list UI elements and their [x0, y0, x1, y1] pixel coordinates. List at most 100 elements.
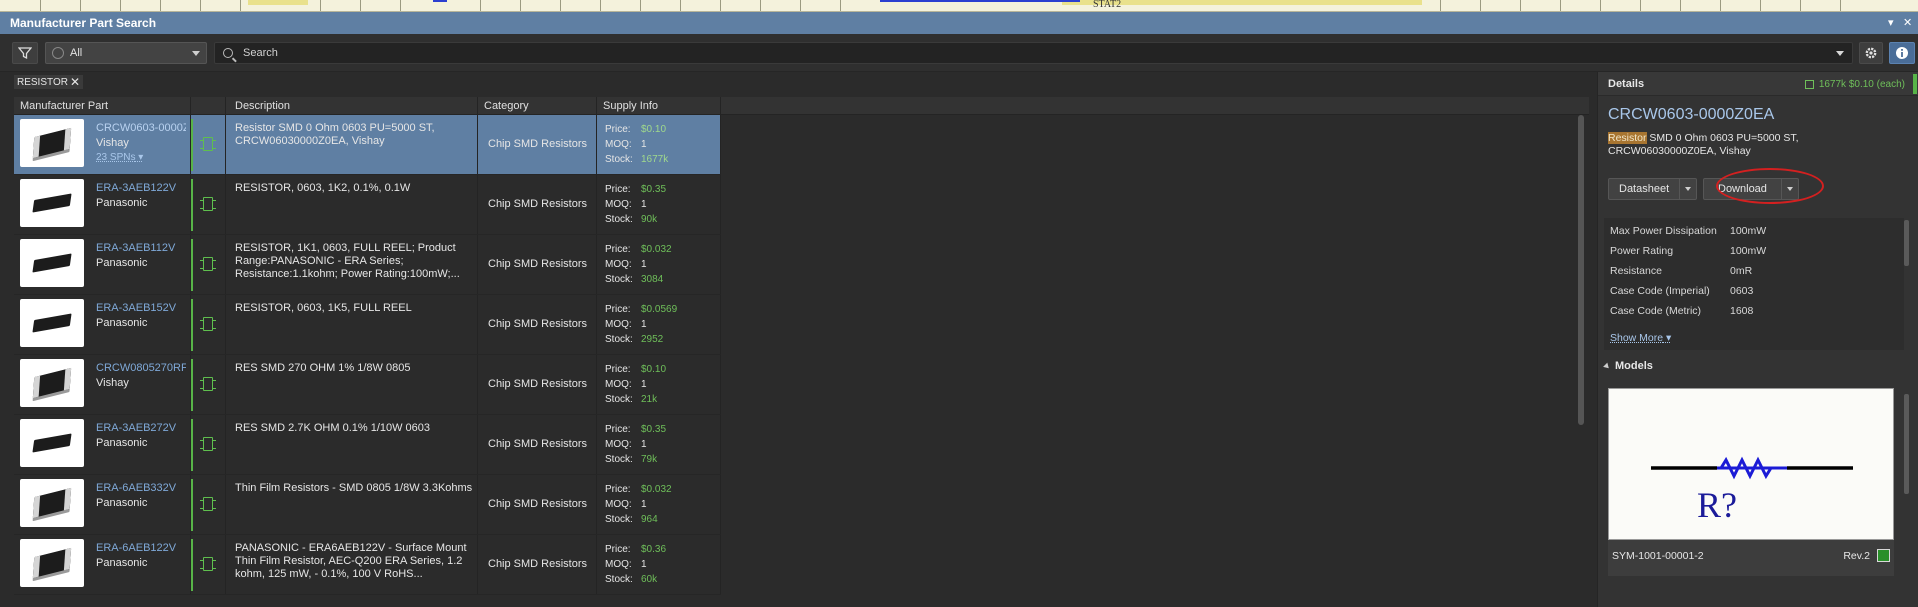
part-number-link[interactable]: ERA-3AEB152V	[96, 302, 186, 314]
remove-filter-icon[interactable]: ✕	[70, 75, 80, 89]
supply-value-stock: 90k	[641, 214, 658, 225]
part-image	[20, 119, 84, 167]
supply-info: Price: $0.10 MOQ: 1 Stock: 21k	[605, 362, 666, 407]
part-category: Chip SMD Resistors	[488, 258, 588, 270]
part-category: Chip SMD Resistors	[488, 438, 588, 450]
part-number-link[interactable]: ERA-6AEB332V	[96, 482, 186, 494]
supply-value-price: $0.0569	[641, 304, 678, 315]
symbol-preview: R?	[1608, 388, 1894, 540]
models-title: Models	[1615, 360, 1653, 372]
column-header-category[interactable]: Category	[484, 100, 529, 112]
param-value: 100mW	[1730, 225, 1767, 237]
details-summary-stock: 1677k	[1818, 79, 1847, 90]
details-part-number: CRCW0603-0000Z0EA	[1608, 106, 1775, 123]
column-header-supply[interactable]: Supply Info	[603, 100, 658, 112]
part-description: RESISTOR, 1K1, 0603, FULL REEL; Product …	[235, 242, 460, 280]
models-scrollbar[interactable]	[1904, 394, 1909, 494]
filter-button[interactable]	[12, 42, 38, 64]
search-toolbar: All	[0, 34, 1918, 72]
table-row[interactable]: CRCW0603-0000Z Vishay 23 SPNs ▾ Resistor SM…	[14, 115, 721, 175]
search-scope-select[interactable]: All	[45, 42, 207, 64]
supply-value-moq: 1	[641, 379, 647, 390]
details-toggle-button[interactable]	[1889, 42, 1915, 64]
results-scrollbar[interactable]	[1578, 115, 1584, 425]
search-history-dropdown-icon[interactable]	[1836, 51, 1844, 56]
supply-label-moq: MOQ:	[605, 379, 632, 390]
table-header: Manufacturer Part Description Category S…	[14, 97, 1589, 115]
models-section-header[interactable]: Models	[1603, 360, 1653, 372]
table-row[interactable]: ERA-6AEB122V Panasonic PANASONIC - ERA6AEB…	[14, 535, 721, 595]
collapse-triangle-icon[interactable]	[1603, 362, 1611, 370]
column-header-part[interactable]: Manufacturer Part	[20, 100, 108, 112]
supply-label-stock: Stock:	[605, 214, 633, 225]
manufacturer-name: Panasonic	[96, 317, 148, 329]
supply-value-stock: 1677k	[641, 154, 669, 165]
component-model-icon	[200, 317, 216, 331]
part-number-link[interactable]: ERA-3AEB112V	[96, 242, 186, 254]
supply-value-price: $0.35	[641, 424, 667, 435]
symbol-name: SYM-1001-00001-2	[1612, 550, 1704, 562]
search-box[interactable]	[214, 42, 1853, 64]
supply-label-price: Price:	[605, 304, 631, 315]
column-header-description[interactable]: Description	[235, 100, 290, 112]
table-row[interactable]: ERA-3AEB272V Panasonic RES SMD 2.7K OHM 0.…	[14, 415, 721, 475]
table-row[interactable]: ERA-3AEB112V Panasonic RESISTOR, 1K1, 0603…	[14, 235, 721, 295]
component-model-icon	[200, 257, 216, 271]
supply-value-price: $0.10	[641, 364, 667, 375]
search-match-highlight: Resistor	[1608, 132, 1647, 144]
supply-value-price: $0.35	[641, 184, 667, 195]
search-input[interactable]	[243, 47, 1743, 59]
supply-label-price: Price:	[605, 124, 631, 135]
table-row[interactable]: CRCW0805270RFI Vishay RES SMD 270 OHM 1% 1…	[14, 355, 721, 415]
supply-label-moq: MOQ:	[605, 199, 632, 210]
param-value: 0mR	[1730, 265, 1753, 277]
part-number-link[interactable]: CRCW0805270RFI	[96, 362, 186, 374]
supply-info: Price: $0.35 MOQ: 1 Stock: 90k	[605, 182, 666, 227]
details-header: Details 1677k $0.10 (each)	[1598, 72, 1918, 96]
show-more-label[interactable]: Show More	[1610, 332, 1663, 344]
spns-label[interactable]: 23 SPNs	[96, 152, 135, 163]
panel-menu-icon[interactable]: ▾	[1888, 16, 1894, 29]
param-name: Power Rating	[1610, 245, 1674, 257]
supply-value-price: $0.36	[641, 544, 667, 555]
part-number-link[interactable]: ERA-3AEB272V	[96, 422, 186, 434]
results-list: CRCW0603-0000Z Vishay 23 SPNs ▾ Resistor SM…	[14, 115, 721, 607]
supply-value-moq: 1	[641, 259, 647, 270]
details-summary: 1677k $0.10 (each)	[1804, 79, 1905, 90]
part-number-link[interactable]: ERA-3AEB122V	[96, 182, 186, 194]
supply-info: Price: $0.032 MOQ: 1 Stock: 3084	[605, 242, 672, 287]
details-summary-price: $0.10 (each)	[1848, 79, 1905, 90]
part-number-link[interactable]: ERA-6AEB122V	[96, 542, 186, 554]
param-name: Resistance	[1610, 265, 1662, 277]
datasheet-dropdown-icon[interactable]	[1680, 187, 1696, 191]
supply-value-moq: 1	[641, 559, 647, 570]
manufacturer-name: Vishay	[96, 137, 129, 149]
table-row[interactable]: ERA-3AEB152V Panasonic RESISTOR, 0603, 1K5…	[14, 295, 721, 355]
datasheet-button-label[interactable]: Datasheet	[1609, 179, 1681, 199]
part-image	[20, 479, 84, 527]
manufacturer-name: Panasonic	[96, 437, 148, 449]
supply-value-stock: 964	[641, 514, 658, 525]
supply-label-moq: MOQ:	[605, 259, 632, 270]
supply-info: Price: $0.0569 MOQ: 1 Stock: 2952	[605, 302, 677, 347]
supply-label-moq: MOQ:	[605, 319, 632, 330]
details-title: Details	[1608, 78, 1645, 90]
param-name: Case Code (Imperial)	[1610, 285, 1710, 297]
supply-value-price: $0.032	[641, 484, 672, 495]
schematic-background-strip: STAT2	[0, 0, 1918, 12]
supply-value-price: $0.032	[641, 244, 672, 255]
model-card[interactable]: R? SYM-1001-00001-2 Rev.2	[1608, 388, 1894, 576]
part-number-link[interactable]: CRCW0603-0000Z	[96, 122, 186, 134]
table-row[interactable]: ERA-3AEB122V Panasonic RESISTOR, 0603, 1K2…	[14, 175, 721, 235]
table-row[interactable]: ERA-6AEB332V Panasonic Thin Film Resistors…	[14, 475, 721, 535]
supply-label-price: Price:	[605, 424, 631, 435]
settings-button[interactable]	[1859, 42, 1883, 64]
part-image	[20, 419, 84, 467]
annotation-highlight-circle	[1716, 168, 1824, 204]
parameters-scrollbar[interactable]	[1904, 220, 1909, 266]
spns-dropdown[interactable]: 23 SPNs ▾	[96, 152, 143, 163]
details-panel: Details 1677k $0.10 (each) CRCW0603-0000…	[1597, 72, 1918, 607]
show-more-link[interactable]: Show More ▾	[1610, 332, 1671, 344]
close-icon[interactable]: ✕	[1903, 16, 1912, 29]
datasheet-button[interactable]: Datasheet	[1608, 178, 1698, 200]
